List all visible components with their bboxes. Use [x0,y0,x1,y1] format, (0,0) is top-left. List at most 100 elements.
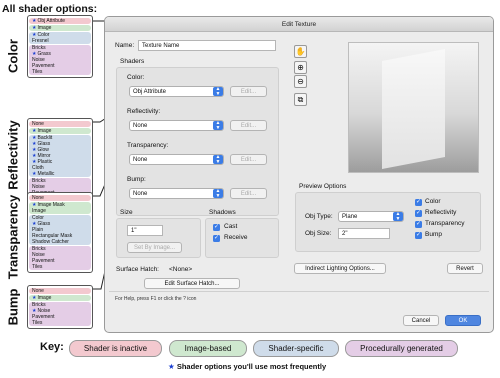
preview-bump-label: Bump [425,231,442,238]
reflectivity-shader-select[interactable]: None ▲ ▼ [129,120,224,131]
color-options-group: Obj AttributeImageColorFresnelBricksGras… [27,15,93,78]
reflectivity-shader-value: None [133,123,148,129]
shadows-title: Shadows [209,209,236,216]
select-arrows-icon: ▲ ▼ [213,87,223,96]
cast-checkbox[interactable]: ✓ [213,224,220,231]
obj-size-field[interactable]: 2" [338,228,390,239]
section-label-reflectivity: Reflectivity [5,120,21,190]
option-item: Image [32,25,88,31]
option-item: Shadow Catcher [32,239,69,245]
color-shader-label: Color: [127,74,145,81]
divider [109,291,489,292]
preview-options-panel: Obj Type: Plane ▲ ▼ Obj Size: 2" ✓ Color ✓… [295,192,481,252]
section-label-transparency: Transparency [5,194,21,280]
bump-edit-button[interactable]: Edit... [230,188,267,199]
section-label-color: Color [5,39,21,73]
option-item: Image [32,128,88,134]
transparency-options-group: NoneImage MaskImageColorGlassPlainRectan… [27,192,93,273]
key-shader-specific: Shader-specific [253,340,339,357]
edit-surface-hatch-button[interactable]: Edit Surface Hatch... [144,278,240,289]
reflectivity-shader-label: Reflectivity: [127,108,161,115]
help-text: For Help, press F1 or click the ? icon [115,296,197,302]
hand-icon[interactable]: ✋ [294,45,307,58]
texture-name-field[interactable]: Texture Name [138,40,276,51]
reflectivity-edit-button[interactable]: Edit... [230,120,267,131]
option-item: Metallic [32,171,88,177]
cancel-button[interactable]: Cancel [403,315,439,326]
shaders-title: Shaders [120,58,145,65]
color-shader-value: Obj Attribute [133,89,167,95]
preview-color-checkbox[interactable]: ✓ [415,199,422,206]
select-arrows-icon: ▲ ▼ [213,121,223,130]
edit-texture-dialog: Edit Texture Name: Texture Name Shaders … [104,16,494,333]
size-panel: 1" Set By Image... [116,218,201,258]
bump-shader-value: None [133,191,148,197]
option-group-specific: ColorFresnel [29,32,91,44]
option-group-specific: ColorGlassPlainRectangular MaskShadow Ca… [29,215,91,245]
option-item: Fresnel [32,38,49,44]
texture-preview[interactable] [348,42,479,173]
select-arrows-icon: ▲ ▼ [213,155,223,164]
option-item: Tiles [32,264,43,270]
option-group-image: Image [29,25,91,31]
zoom-in-icon[interactable]: ⊕ [294,61,307,74]
receive-checkbox[interactable]: ✓ [213,235,220,242]
option-group-inactive: None [29,121,91,127]
ok-button[interactable]: OK [445,315,481,326]
set-by-image-button[interactable]: Set By Image... [127,242,182,253]
obj-type-label: Obj Type: [305,213,333,220]
shadows-panel: ✓ Cast ✓ Receive [205,218,279,258]
key-image-based: Image-based [169,340,247,357]
transparency-shader-select[interactable]: None ▲ ▼ [129,154,224,165]
key-procedural: Procedurally generated [345,340,458,357]
key-inactive: Shader is inactive [69,340,162,357]
preview-plane [349,43,478,172]
option-item: None [32,195,44,201]
option-group-image: Image MaskImage [29,202,91,214]
bump-shader-select[interactable]: None ▲ ▼ [129,188,224,199]
receive-label: Receive [224,234,248,241]
preview-transparency-checkbox[interactable]: ✓ [415,221,422,228]
obj-type-value: Plane [342,214,358,220]
size-field[interactable]: 1" [127,225,163,236]
indirect-lighting-button[interactable]: Indirect Lighting Options... [294,263,386,274]
footnote-text: Shader options you'll use most frequentl… [176,362,327,371]
shader-options-heading: All shader options: [2,3,98,15]
transparency-edit-button[interactable]: Edit... [230,154,267,165]
option-group-procedural: BricksNoisePavementTiles [29,246,91,270]
preview-reflectivity-label: Reflectivity [425,209,457,216]
preview-options-title: Preview Options [299,183,347,190]
surface-hatch-label: Surface Hatch: [116,266,159,273]
option-item: None [32,288,44,294]
zoom-out-icon[interactable]: ⊖ [294,75,307,88]
section-label-bump: Bump [5,288,21,326]
option-group-procedural: BricksNoisePavementTiles [29,302,91,326]
option-group-inactive: None [29,288,91,294]
size-title: Size [120,209,133,216]
option-item: Obj Attribute [32,18,88,24]
fit-view-icon[interactable]: ⧉ [294,93,307,106]
color-edit-button[interactable]: Edit... [230,86,267,97]
option-group-image: Image [29,295,91,301]
transparency-shader-value: None [133,157,148,163]
shaders-panel: Color: Obj Attribute ▲ ▼ Edit... Reflectiv… [116,67,279,216]
color-shader-select[interactable]: Obj Attribute ▲ ▼ [129,86,224,97]
transparency-shader-label: Transparency: [127,142,169,149]
preview-reflectivity-checkbox[interactable]: ✓ [415,210,422,217]
revert-button[interactable]: Revert [447,263,483,274]
star-icon: ★ [168,362,175,371]
obj-type-select[interactable]: Plane ▲ ▼ [338,211,404,222]
bump-options-group: NoneImageBricksNoisePavementTiles [27,285,93,329]
option-item: Tiles [32,69,43,75]
option-item: None [32,121,44,127]
surface-hatch-value: <None> [169,266,193,273]
bump-shader-label: Bump: [127,176,146,183]
select-arrows-icon: ▲ ▼ [213,189,223,198]
preview-bump-checkbox[interactable]: ✓ [415,232,422,239]
select-arrows-icon: ▲ ▼ [393,212,403,221]
name-label: Name: [115,42,135,49]
option-group-inactive: Obj Attribute [29,18,91,24]
option-item: Tiles [32,320,43,326]
option-item: Image [32,208,46,214]
key-title: Key: [40,341,64,353]
